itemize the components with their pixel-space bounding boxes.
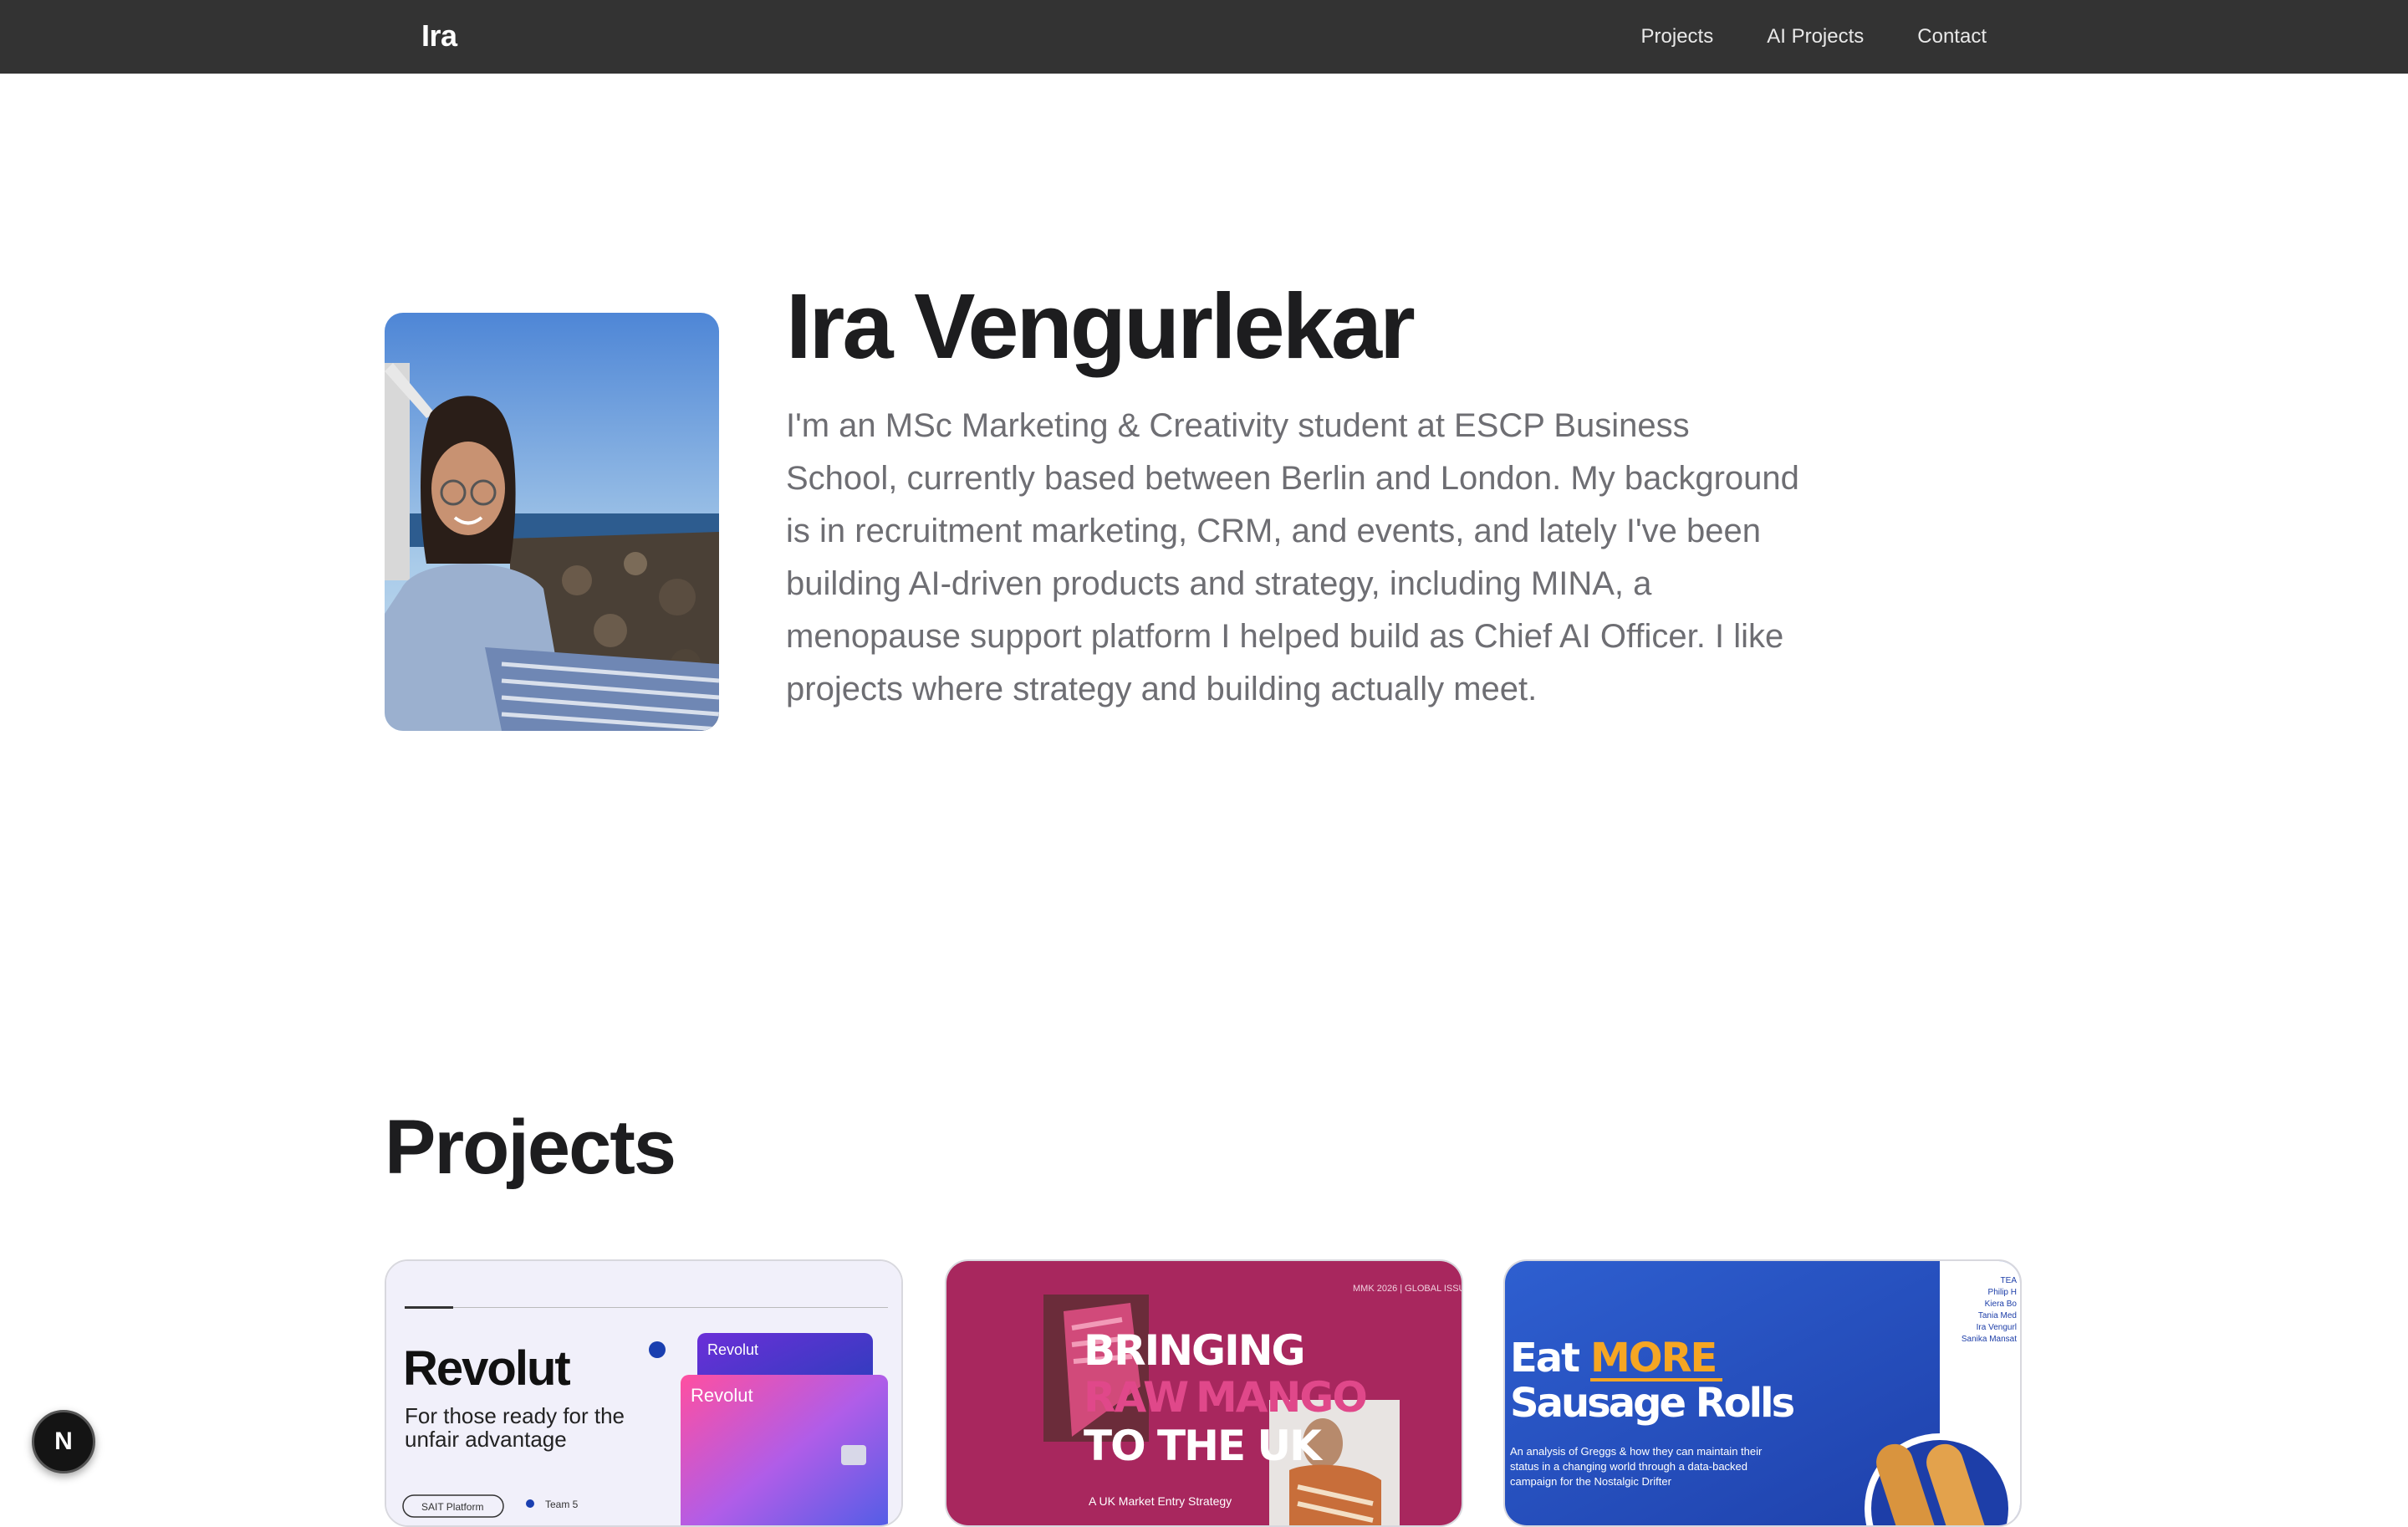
nav-link-ai-projects[interactable]: AI Projects xyxy=(1767,25,1864,49)
hero-name: Ira Vengurlekar xyxy=(786,275,1416,378)
nextjs-dev-badge[interactable]: N xyxy=(32,1410,95,1473)
projects-title: Projects xyxy=(385,1105,676,1190)
mango-top-label: MMK 2026 | GLOBAL ISSUE xyxy=(1353,1284,1463,1294)
greggs-team-5: Sanika Mansat xyxy=(1962,1335,2017,1344)
greggs-headline-b: MORE xyxy=(1590,1335,1716,1381)
greggs-team-3: Tania Med xyxy=(1978,1311,2017,1320)
revolut-team: Team 5 xyxy=(545,1499,579,1510)
nav-links: Projects AI Projects Contact xyxy=(1641,25,1987,49)
mango-line3: TO THE UK xyxy=(1084,1422,1324,1470)
greggs-headline-line2: Sausage Rolls xyxy=(1510,1380,1794,1427)
greggs-desc-2: status in a changing world through a dat… xyxy=(1510,1460,1747,1473)
mango-subtitle: A UK Market Entry Strategy xyxy=(1089,1494,1232,1508)
hero-bio: I'm an MSc Marketing & Creativity studen… xyxy=(786,407,1799,707)
profile-photo xyxy=(385,313,719,731)
greggs-headline-a: Eat xyxy=(1510,1335,1579,1381)
mango-line2a: RAW xyxy=(1084,1373,1188,1422)
site-brand[interactable]: Ira xyxy=(421,18,457,54)
project-card-greggs[interactable]: TEA Philip H Kiera Bo Tania Med Ira Veng… xyxy=(1503,1259,2022,1527)
greggs-team-1: Philip H xyxy=(1988,1288,2017,1297)
revolut-pill: SAIT Platform xyxy=(421,1501,483,1513)
nav-link-projects[interactable]: Projects xyxy=(1641,25,1714,49)
revolut-tagline-1: For those ready for the xyxy=(405,1403,625,1428)
greggs-team-2: Kiera Bo xyxy=(1985,1300,2018,1309)
revolut-tagline-2: unfair advantage xyxy=(405,1427,567,1452)
greggs-team-4: Ira Vengurl xyxy=(1977,1323,2017,1332)
mango-line1: BRINGING xyxy=(1084,1326,1304,1375)
nav-link-contact[interactable]: Contact xyxy=(1917,25,1987,49)
top-navbar: Ira Projects AI Projects Contact xyxy=(0,0,2408,74)
greggs-desc-3: campaign for the Nostalgic Drifter xyxy=(1510,1475,1672,1488)
project-card-revolut[interactable]: Revolut For those ready for the unfair a… xyxy=(385,1259,903,1527)
greggs-team-label: TEA xyxy=(2001,1276,2018,1285)
greggs-desc-1: An analysis of Greggs & how they can mai… xyxy=(1510,1445,1763,1458)
revolut-brand: Revolut xyxy=(403,1341,570,1396)
revolut-card-back-label: Revolut xyxy=(707,1341,758,1358)
project-card-raw-mango[interactable]: MMK 2026 | GLOBAL ISSUE BRINGING RAW MAN… xyxy=(945,1259,1463,1527)
mango-line2b: MANGO xyxy=(1196,1373,1366,1422)
revolut-card-front-label: Revolut xyxy=(691,1385,753,1406)
